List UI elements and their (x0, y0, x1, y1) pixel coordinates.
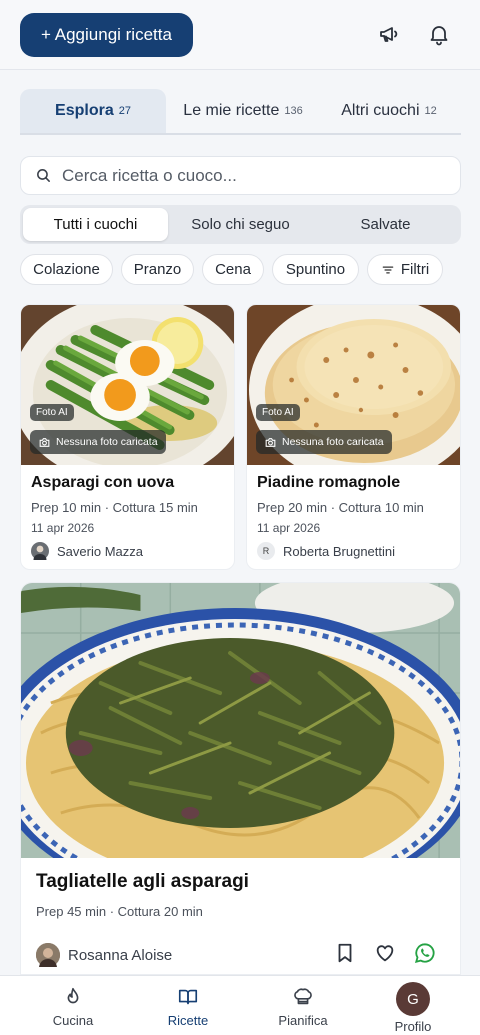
chip-colazione[interactable]: Colazione (20, 254, 113, 285)
cook-filter-segment: Tutti i cuochi Solo chi seguo Salvate (20, 205, 461, 244)
recipe-actions (334, 942, 436, 964)
recipe-date: 11 apr 2026 (257, 521, 321, 535)
tab-esplora[interactable]: Esplora 27 (20, 89, 166, 133)
chip-pranzo[interactable]: Pranzo (121, 254, 194, 285)
search-input[interactable] (62, 165, 442, 186)
no-photo-badge: Nessuna foto caricata (30, 430, 166, 454)
camera-icon (265, 437, 276, 447)
ai-photo-badge: Foto AI (256, 404, 300, 421)
recipe-card[interactable]: Foto AI Nessuna foto caricata Piadine ro… (246, 304, 461, 570)
recipe-date: 11 apr 2026 (31, 521, 95, 535)
segment-salvate[interactable]: Salvate (313, 208, 458, 241)
tab-le-mie-ricette[interactable]: Le mie ricette 136 (168, 89, 318, 133)
nav-label: Ricette (167, 1013, 209, 1028)
recipe-card-featured[interactable]: Tagliatelle agli asparagi Prep 45 min · … (20, 582, 461, 975)
nav-label: Profilo (394, 1019, 432, 1034)
no-photo-text: Nessuna foto caricata (282, 436, 384, 448)
recipe-title: Asparagi con uova (31, 474, 175, 491)
recipe-title: Piadine romagnole (257, 474, 401, 491)
recipe-times: Prep 45 min · Cottura 20 min (36, 904, 203, 919)
recipe-times: Prep 10 min · Cottura 15 min (31, 500, 198, 515)
recipe-author[interactable]: Rosanna Aloise (36, 943, 172, 967)
no-photo-badge: Nessuna foto caricata (256, 430, 392, 454)
recipe-author[interactable]: R Roberta Brugnettini (257, 542, 395, 560)
book-icon (178, 989, 198, 1005)
chip-cena[interactable]: Cena (202, 254, 264, 285)
filters-button[interactable]: Filtri (367, 254, 443, 285)
filters-label: Filtri (400, 261, 430, 278)
megaphone-icon[interactable] (377, 22, 401, 46)
add-recipe-button[interactable]: + Aggiungi ricetta (20, 13, 193, 57)
author-name: Saverio Mazza (57, 543, 143, 559)
flame-icon (67, 987, 79, 1004)
whatsapp-icon[interactable] (414, 942, 436, 964)
nav-ricette[interactable]: Ricette (148, 986, 228, 1028)
recipe-times: Prep 20 min · Cottura 10 min (257, 500, 424, 515)
avatar (31, 542, 49, 560)
recipe-card[interactable]: Foto AI Nessuna foto caricata Asparagi c… (20, 304, 235, 570)
filter-icon (382, 265, 394, 274)
tab-altri-cuochi[interactable]: Altri cuochi 12 (324, 89, 454, 133)
nav-label: Pianifica (278, 1013, 328, 1028)
no-photo-text: Nessuna foto caricata (56, 436, 158, 448)
segment-tutti-i-cuochi[interactable]: Tutti i cuochi (23, 208, 168, 241)
search-bar (20, 156, 461, 195)
nav-cucina[interactable]: Cucina (33, 986, 113, 1028)
tab-count: 27 (118, 105, 131, 117)
tab-count: 136 (284, 105, 303, 117)
avatar (36, 943, 60, 967)
chef-hat-icon (294, 988, 312, 1005)
bookmark-icon[interactable] (334, 942, 356, 964)
search-icon (37, 169, 50, 182)
author-name: Roberta Brugnettini (283, 543, 396, 559)
tab-count: 12 (424, 105, 437, 117)
ai-photo-badge: Foto AI (30, 404, 74, 421)
top-bar: + Aggiungi ricetta (0, 0, 480, 70)
recipe-image (21, 583, 460, 858)
tab-label: Le mie ricette (183, 102, 280, 119)
recipe-author[interactable]: Saverio Mazza (31, 542, 143, 560)
recipe-tabs: Esplora 27 Le mie ricette 136 Altri cuochi… (20, 89, 461, 135)
tab-label: Esplora (55, 102, 114, 119)
recipe-title: Tagliatelle agli asparagi (36, 871, 249, 892)
profile-avatar: G (396, 982, 430, 1016)
tab-label: Altri cuochi (341, 102, 420, 119)
chip-spuntino[interactable]: Spuntino (272, 254, 359, 285)
camera-icon (39, 437, 50, 447)
bottom-navigation: Cucina Ricette Pianifica G Profilo (0, 975, 480, 1035)
nav-label: Cucina (52, 1013, 94, 1028)
bell-icon[interactable] (427, 22, 451, 46)
heart-icon[interactable] (374, 942, 396, 964)
category-chips: Colazione Pranzo Cena Spuntino Filtri (20, 254, 470, 286)
nav-profilo[interactable]: G Profilo (373, 982, 453, 1034)
author-name: Rosanna Aloise (68, 946, 173, 964)
segment-solo-chi-seguo[interactable]: Solo chi seguo (168, 208, 313, 241)
nav-pianifica[interactable]: Pianifica (263, 986, 343, 1028)
avatar: R (257, 542, 275, 560)
